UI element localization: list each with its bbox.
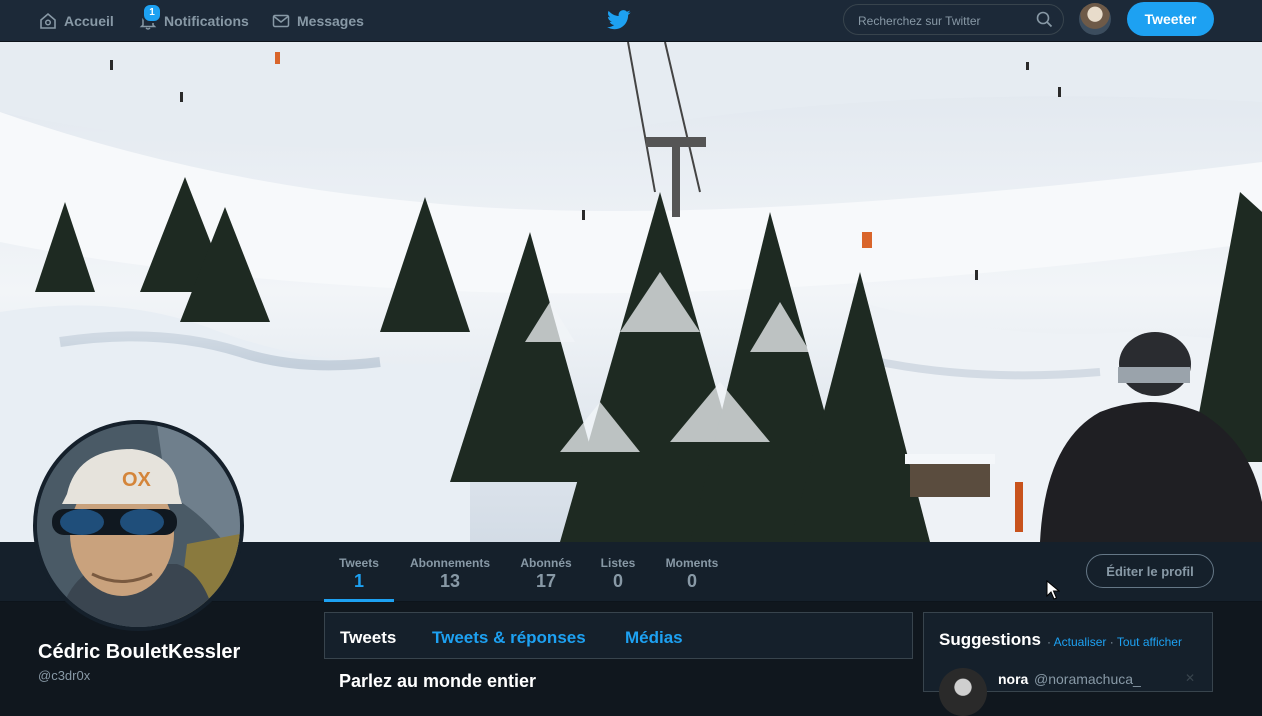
stat-value: 17 <box>535 571 557 591</box>
nav-notifications[interactable]: 1 Notifications <box>138 0 249 42</box>
stat-value: 1 <box>353 571 364 591</box>
top-navigation: Accueil 1 Notifications Messages Tweeter <box>0 0 1262 42</box>
close-icon[interactable]: ✕ <box>1185 671 1195 685</box>
suggested-user-avatar[interactable] <box>939 668 987 716</box>
profile-handle[interactable]: @c3dr0x <box>38 668 90 683</box>
profile-name[interactable]: Cédric BouletKessler <box>38 641 240 664</box>
mouse-cursor-icon <box>1046 579 1061 605</box>
notification-badge: 1 <box>142 3 162 23</box>
envelope-icon <box>271 11 291 31</box>
stat-label: Tweets <box>339 556 379 570</box>
stat-followers[interactable]: Abonnés 17 <box>516 542 576 602</box>
suggested-user-name[interactable]: nora <box>998 671 1028 687</box>
svg-text:OX: OX <box>122 469 152 491</box>
tab-media[interactable]: Médias <box>625 628 683 648</box>
stat-label: Moments <box>665 556 719 570</box>
edit-profile-button[interactable]: Éditer le profil <box>1086 554 1214 588</box>
stat-lists[interactable]: Listes 0 <box>598 542 638 602</box>
search-icon[interactable] <box>1036 11 1053 33</box>
stat-value: 13 <box>439 571 461 591</box>
profile-avatar[interactable]: OX <box>33 420 244 631</box>
stat-value: 0 <box>686 571 697 591</box>
separator: · <box>1109 635 1114 649</box>
stat-tweets[interactable]: Tweets 1 <box>324 542 394 602</box>
suggestions-links: · Actualiser · Tout afficher <box>1047 635 1182 649</box>
bell-icon: 1 <box>138 3 162 31</box>
suggested-user[interactable]: nora @noramachuca_ ✕ <box>939 668 1199 716</box>
search-box[interactable] <box>843 4 1064 36</box>
home-icon <box>38 11 58 31</box>
stat-moments[interactable]: Moments 0 <box>662 542 722 602</box>
suggestions-panel: Suggestions · Actualiser · Tout afficher… <box>923 612 1213 716</box>
twitter-bird-icon[interactable] <box>607 9 631 36</box>
suggestions-title: Suggestions <box>939 630 1042 649</box>
stat-label: Abonnements <box>409 556 490 570</box>
suggested-user-handle: @noramachuca_ <box>1034 671 1141 687</box>
nav-messages-label: Messages <box>297 13 364 29</box>
tweet-button[interactable]: Tweeter <box>1127 2 1214 36</box>
nav-messages[interactable]: Messages <box>271 0 364 42</box>
show-all-link[interactable]: Tout afficher <box>1117 635 1182 649</box>
refresh-link[interactable]: Actualiser <box>1054 635 1107 649</box>
search-input[interactable] <box>856 5 1030 36</box>
stat-label: Listes <box>600 556 636 570</box>
nav-notifications-label: Notifications <box>164 13 249 29</box>
account-avatar[interactable] <box>1079 3 1111 35</box>
stat-value: 0 <box>612 571 623 591</box>
stat-label: Abonnés <box>520 556 572 570</box>
nav-home-label: Accueil <box>64 13 114 29</box>
separator: · <box>1047 635 1051 649</box>
nav-home[interactable]: Accueil <box>38 0 114 42</box>
compose-headline: Parlez au monde entier <box>339 671 537 691</box>
tab-tweets[interactable]: Tweets <box>340 628 396 648</box>
tab-tweets-replies[interactable]: Tweets & réponses <box>432 628 586 648</box>
timeline-tabs: Tweets Tweets & réponses Médias <box>324 612 913 659</box>
stat-following[interactable]: Abonnements 13 <box>405 542 495 602</box>
